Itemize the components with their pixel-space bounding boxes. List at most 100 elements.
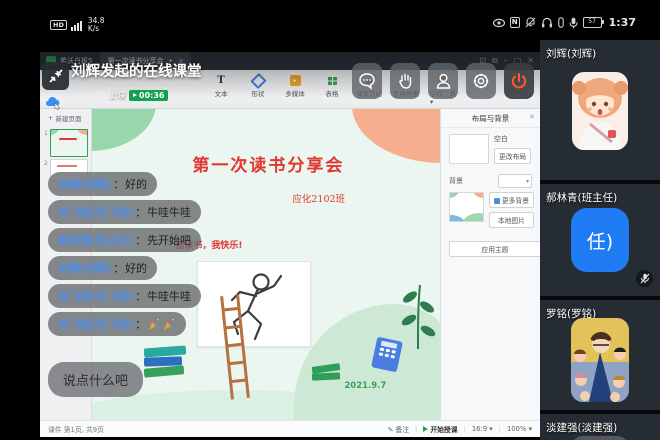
page-number: 2 — [44, 160, 48, 167]
bell-muted-icon — [525, 17, 536, 28]
green-books-illustration — [312, 365, 340, 381]
participant-tile[interactable]: 罗铭(罗铭) — [540, 300, 660, 410]
play-icon — [423, 426, 428, 432]
slide-date: 2021.9.7 — [344, 381, 386, 391]
grid-icon — [494, 198, 500, 204]
chat-message: 任飞扬(任飞扬)：牛哇牛哇 — [48, 200, 201, 224]
plus-icon: + — [48, 114, 53, 122]
chat-message: 刘辉(刘辉)：好的 — [48, 172, 157, 196]
members-button[interactable] — [428, 63, 458, 99]
background-style-dropdown[interactable]: ▾ — [498, 174, 532, 188]
participant-tile[interactable]: 淡建强(淡建强) — [540, 414, 660, 440]
background-label: 背景 — [449, 176, 463, 186]
whiteboard-status-bar: 课件 第1页, 共9页 ✎ 备注 | 开始授课 | 16:9 ▾ | 100% … — [40, 420, 540, 437]
power-icon — [510, 72, 528, 90]
collapse-view-button[interactable] — [42, 62, 69, 90]
hd-indicator: HD — [50, 20, 67, 30]
settings-gear-icon — [472, 72, 490, 90]
chat-overlay: 刘辉(刘辉)：好的 任飞扬(任飞扬)：牛哇牛哇 郝林青(班主任)：先开始吧 刘辉… — [48, 172, 201, 397]
tool-table[interactable]: 表格 — [319, 75, 345, 106]
headset-icon — [541, 17, 553, 28]
participant-name: 刘辉(刘辉) — [546, 46, 596, 61]
party-popper-icon — [162, 318, 176, 331]
avatar — [571, 318, 629, 402]
class-status-label: 上课 — [109, 89, 126, 101]
local-image-button[interactable]: 本地图片 — [489, 212, 534, 228]
recording-icon — [133, 93, 137, 97]
participants-sidebar: 刘辉(刘辉) 郝林青(班主任) 任) — [540, 40, 660, 440]
layout-background-panel: 布局与背景 ✕ 空白 更改布局 背景 ▾ — [440, 109, 540, 420]
chat-button[interactable] — [352, 63, 382, 99]
page-info: 课件 第1页, 共9页 — [48, 424, 104, 434]
shape-tool-icon — [250, 72, 266, 88]
chat-message: 任飞扬(任飞扬)：牛哇牛哇 — [48, 284, 201, 308]
blank-layout-thumbnail[interactable] — [449, 134, 489, 164]
page-thumbnail-1[interactable] — [50, 129, 88, 157]
clock: 1:37 — [609, 16, 636, 29]
media-tool-icon: ▸ — [290, 75, 301, 86]
signal-strength-icon — [71, 20, 84, 31]
battery-indicator: 57 — [583, 17, 602, 28]
aspect-ratio-selector[interactable]: 16:9 ▾ — [472, 425, 493, 433]
anime-avatar-image — [572, 72, 628, 150]
current-background-thumbnail[interactable] — [449, 192, 484, 222]
android-status-bar: HD 34.8 K/s N — [0, 0, 660, 40]
page-number: 1 — [44, 130, 48, 137]
class-session-title: 刘辉发起的在线课堂 — [71, 60, 202, 81]
chevron-down-icon: ▾ — [489, 425, 492, 433]
clock-icon — [97, 91, 106, 100]
microphone-muted-icon — [636, 270, 653, 287]
raise-hand-button[interactable] — [390, 63, 420, 99]
eye-protection-icon — [493, 18, 505, 28]
chat-bubble-icon — [358, 72, 376, 90]
text-tool-icon: T — [216, 75, 227, 86]
collapse-arrows-icon — [48, 68, 64, 84]
panel-close-icon[interactable]: ✕ — [529, 113, 535, 121]
raise-hand-icon — [397, 72, 414, 90]
class-action-buttons — [352, 63, 534, 99]
tool-media[interactable]: ▸ 多媒体 — [282, 75, 308, 106]
participant-tile[interactable]: 刘辉(刘辉) — [540, 40, 660, 180]
earpiece-icon — [558, 17, 564, 28]
cloud-courseware-button[interactable] — [45, 95, 63, 110]
notes-button[interactable]: ✎ 备注 — [388, 424, 409, 434]
chevron-down-icon: ▾ — [430, 98, 433, 106]
participant-tile[interactable]: 郝林青(班主任) 任) — [540, 184, 660, 296]
blank-label: 空白 — [494, 134, 531, 144]
settings-button[interactable] — [466, 63, 496, 99]
avatar — [572, 72, 628, 150]
microphone-icon — [569, 17, 578, 29]
slide-class-name: 应化2102班 — [292, 191, 345, 205]
participant-name: 郝林青(班主任) — [546, 190, 617, 205]
chat-input[interactable]: 说点什么吧 — [48, 362, 143, 397]
chat-message: 任飞扬(任飞扬)： — [48, 312, 186, 336]
new-page-button[interactable]: + 新建页面 — [40, 109, 91, 127]
party-popper-icon — [147, 318, 161, 331]
plant-illustration — [400, 275, 436, 349]
chat-message: 刘辉(刘辉)：好的 — [48, 256, 157, 280]
leave-class-button[interactable] — [504, 63, 534, 99]
chevron-down-icon: ▾ — [526, 178, 529, 185]
change-layout-button[interactable]: 更改布局 — [494, 148, 531, 164]
screen-share-region: 希沃白板5 第一次读书分享会 • ✕ ⊡ ⧉ – ▢ ✕ T 文本 — [40, 40, 540, 440]
network-speed: 34.8 K/s — [88, 17, 105, 33]
table-tool-icon — [327, 76, 337, 85]
participant-name: 淡建强(淡建强) — [546, 420, 617, 435]
class-timer: 上课 00:36 — [97, 89, 168, 101]
apply-theme-button[interactable]: 应用主题 — [449, 241, 541, 257]
chevron-down-icon: ▾ — [529, 425, 532, 433]
zoom-selector[interactable]: 100% ▾ — [507, 425, 532, 433]
nfc-icon: N — [510, 17, 520, 28]
more-backgrounds-button[interactable]: 更多背景 — [489, 192, 534, 208]
panel-title: 布局与背景 — [472, 113, 510, 124]
anime-group-avatar-image — [571, 318, 629, 402]
members-icon — [435, 72, 452, 90]
decor-green-blob — [92, 109, 156, 151]
chat-message: 郝林青(班主任)：先开始吧 — [48, 228, 201, 252]
tool-text[interactable]: T 文本 — [208, 75, 234, 106]
timer-badge: 00:36 — [129, 90, 168, 101]
avatar — [571, 436, 629, 440]
tool-shape[interactable]: 形状 — [245, 75, 271, 106]
avatar: 任) — [571, 208, 629, 272]
start-teaching-button[interactable]: 开始授课 — [423, 424, 457, 434]
